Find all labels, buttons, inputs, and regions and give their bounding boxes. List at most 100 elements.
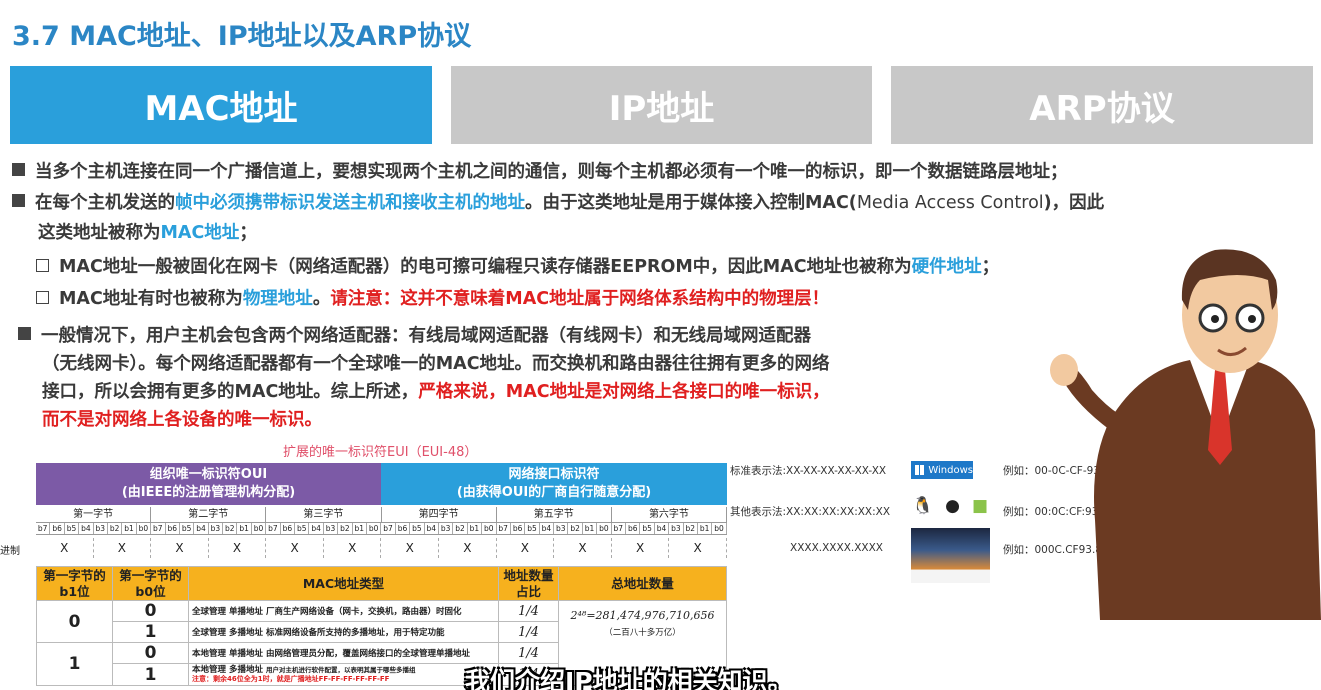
bit-label: b6 [166,523,180,534]
byte-label: 第二字节 [151,507,267,522]
notation-other-label: 其他表示法:XX:XX:XX:XX:XX:XX [730,506,891,518]
bit-label: b6 [50,523,65,534]
hex-digit-placeholder: X [497,538,555,558]
bit-label: b4 [655,523,670,534]
page-title: 3.7 MAC地址、IP地址以及ARP协议 [12,21,472,52]
notation-standard-label: 标准表示法:XX-XX-XX-XX-XX-XX [730,465,887,477]
sub-bullet-hardware-address: MAC地址一般被固化在网卡（网络适配器）的电可擦可编程只读存储器EEPROM中，… [36,252,999,282]
byte-label: 第三字节 [266,507,382,522]
cisco-thumbnail-image [911,528,990,583]
bit-label: b3 [94,523,108,534]
windows-icon [915,465,925,475]
hex-digit-placeholder: X [554,538,612,558]
bit-label: b6 [626,523,641,534]
bit-label: b5 [410,523,425,534]
bit-label: b6 [396,523,411,534]
table-header: 第一字节的b0位 [112,566,189,601]
hex-digit-placeholder: X [669,538,727,558]
hex-digit-placeholder: X [266,538,324,558]
paragraph-1: 当多个主机连接在同一个广播信道上，要想实现两个主机之间的通信，则每个主机都必须有… [12,157,1068,187]
table-header: 第一字节的b1位 [36,566,113,601]
bit-label: b4 [540,523,555,534]
bit-label: b7 [612,523,627,534]
bit-labels-row: b7 b6 b5 b4 b3 b2 b1 b0 b7 b6 b5 b4 b3 b2 b1 b0 b7 b6 b5 b4… [36,522,727,535]
hex-digit-placeholder: X [36,538,94,558]
bit-label: b6 [281,523,296,534]
android-icon: ■ [972,496,989,516]
bit-label: b2 [108,523,123,534]
hex-digit-placeholder: X [151,538,209,558]
bit-label: b1 [122,523,137,534]
bit-label: b5 [180,523,195,534]
bit-label: b1 [698,523,713,534]
bit-label: b1 [237,523,252,534]
table-header: 总地址数量 [558,566,727,601]
square-bullet-icon [12,163,25,176]
paragraph-3: 一般情况下，用户主机会包含两个网络适配器：有线局域网适配器（有线网卡）和无线局域… [18,322,1038,434]
bit-label: b3 [554,523,569,534]
presenter-cartoon-image [1050,249,1321,620]
bit-label: b7 [36,523,51,534]
bit-label: b0 [597,523,612,534]
os-icons: 🐧 ● ■ [912,496,988,516]
bit-label: b0 [482,523,497,534]
bit-label: b2 [568,523,583,534]
bit-label: b0 [137,523,152,534]
bit-label: b7 [381,523,396,534]
hex-digit-placeholder: X [439,538,497,558]
hex-digit-row: XXXXXXXXXXXX [36,538,727,558]
table-row: 0 0 全球管理 单播地址 厂商生产网络设备（网卡，交换机，路由器）时固化 1/… [36,600,727,686]
hex-label: 进制 [0,546,20,557]
table-header: 地址数量占比 [498,566,559,601]
bit-label: b1 [583,523,598,534]
bit-label: b4 [194,523,209,534]
bit-label: b2 [453,523,468,534]
oui-bar: 组织唯一标识符OUI (由IEEE的注册管理机构分配) [36,463,381,505]
sub-bullet-physical-address: MAC地址有时也被称为物理地址。请注意：这并不意味着MAC地址属于网络体系结构中… [36,284,829,314]
byte-label: 第六字节 [612,507,728,522]
bit-label: b0 [367,523,382,534]
apple-icon: ● [945,496,961,516]
hollow-square-bullet-icon [36,291,49,304]
bit-label: b3 [439,523,454,534]
bit-label: b2 [684,523,698,534]
video-subtitle: 我们介绍IP地址的相关知识。 [465,667,793,690]
notation-cisco-label: XXXX.XXXX.XXXX [790,542,883,554]
bit-label: b2 [338,523,353,534]
bit-label: b7 [266,523,281,534]
bit-label: b4 [79,523,94,534]
byte-labels-row: 第一字节 第二字节 第三字节 第四字节 第五字节 第六字节 [36,507,728,522]
linux-icon: 🐧 [912,496,934,516]
byte-label: 第一字节 [36,507,152,522]
hex-digit-placeholder: X [94,538,152,558]
bit-label: b5 [295,523,310,534]
tab-ip-address[interactable]: IP地址 [451,66,872,144]
windows-badge: Windows [911,461,973,479]
byte-label: 第五字节 [497,507,612,522]
bit-label: b3 [669,523,684,534]
hex-digit-placeholder: X [381,538,440,558]
tab-arp-protocol[interactable]: ARP协议 [891,66,1313,144]
bit-label: b4 [309,523,324,534]
eui-48-title: 扩展的唯一标识符EUI（EUI-48） [283,445,478,460]
bit-label: b7 [497,523,511,534]
byte-label: 第四字节 [382,507,497,522]
bit-label: b2 [223,523,238,534]
bit-label: b3 [209,523,224,534]
hex-digit-placeholder: X [209,538,267,558]
bit-label: b4 [425,523,439,534]
bit-label: b5 [525,523,540,534]
bit-label: b0 [712,523,727,534]
hex-digit-placeholder: X [612,538,670,558]
hollow-square-bullet-icon [36,259,49,272]
bit-label: b7 [151,523,166,534]
square-bullet-icon [18,327,31,340]
bit-label: b1 [353,523,367,534]
bit-label: b0 [252,523,267,534]
bit-label: b3 [324,523,339,534]
hex-digit-placeholder: X [324,538,382,558]
square-bullet-icon [12,194,25,207]
bit-label: b5 [640,523,655,534]
tab-mac-address[interactable]: MAC地址 [10,66,432,144]
nic-bar: 网络接口标识符 (由获得OUI的厂商自行随意分配) [381,463,727,505]
